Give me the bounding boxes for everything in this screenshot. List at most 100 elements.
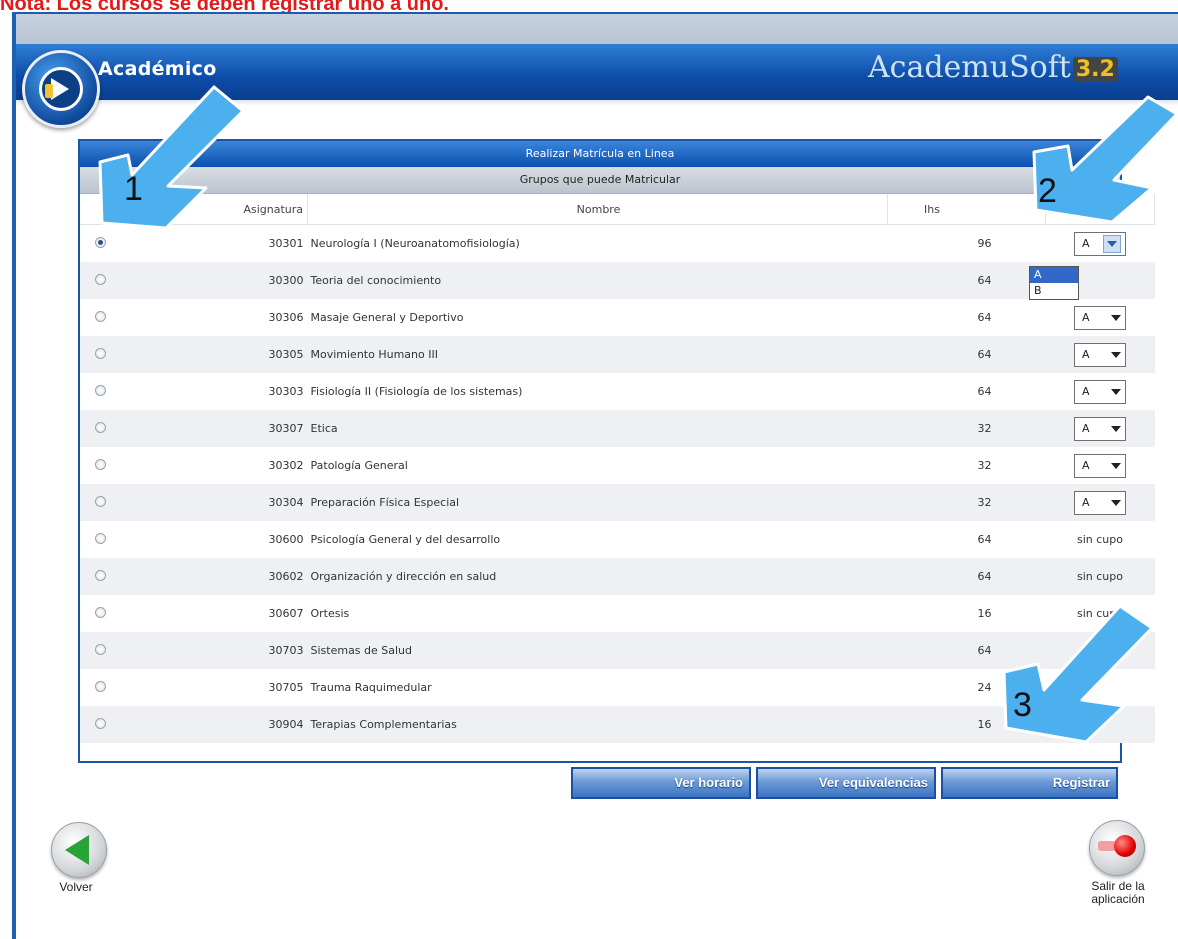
course-ihs: 32 — [887, 484, 1046, 521]
group-select-value: A — [1082, 348, 1090, 361]
row-radio-button[interactable] — [94, 495, 106, 507]
group-select[interactable]: A — [1074, 379, 1126, 404]
window-left-border — [12, 12, 16, 939]
course-name: Psicología General y del desarrollo — [307, 521, 888, 558]
view-equivalences-button[interactable]: Ver equivalencias — [756, 767, 936, 799]
table-row: 30302 Patología General 32 A — [80, 447, 1155, 484]
group-status: sin cupo — [1045, 521, 1155, 558]
course-name: Organización y dirección en salud — [307, 558, 888, 595]
row-radio-button[interactable] — [94, 606, 106, 618]
group-select[interactable]: A — [1074, 490, 1126, 515]
col-group — [1045, 194, 1155, 225]
chevron-down-icon[interactable] — [1111, 462, 1121, 469]
row-radio-button[interactable] — [94, 680, 106, 692]
back-label[interactable]: Volver — [46, 880, 106, 894]
row-radio-button[interactable] — [94, 532, 106, 544]
course-name: Trauma Raquimedular — [307, 669, 888, 706]
chevron-down-icon[interactable] — [1111, 499, 1121, 506]
course-name: Movimiento Humano III — [307, 336, 888, 373]
group-cell: A — [1045, 373, 1155, 410]
chevron-down-icon[interactable] — [1111, 388, 1121, 395]
brand-version: 3.2 — [1072, 56, 1118, 82]
course-ihs: 96 — [887, 224, 1046, 262]
group-dropdown-list[interactable]: AB — [1029, 266, 1079, 300]
course-name: Ortesis — [307, 595, 888, 632]
course-name: Terapias Complementarias — [307, 706, 888, 743]
col-name: Nombre — [307, 194, 888, 225]
row-radio-button[interactable] — [94, 569, 106, 581]
course-code: 30306 — [120, 299, 308, 336]
row-radio-button[interactable] — [94, 236, 106, 248]
course-ihs: 64 — [887, 336, 1046, 373]
row-radio-button[interactable] — [94, 310, 106, 322]
exit-icon[interactable] — [1089, 820, 1145, 876]
group-select[interactable]: A — [1074, 231, 1126, 256]
group-select[interactable]: A — [1074, 342, 1126, 367]
row-select-cell — [80, 373, 121, 410]
header-underline — [16, 100, 1178, 106]
register-button[interactable]: Registrar — [941, 767, 1118, 799]
group-select-value: A — [1082, 311, 1090, 324]
course-ihs: 16 — [887, 595, 1046, 632]
group-select[interactable]: A — [1074, 416, 1126, 441]
row-radio-button[interactable] — [94, 421, 106, 433]
course-ihs: 64 — [887, 299, 1046, 336]
row-select-cell — [80, 447, 121, 484]
chevron-down-icon[interactable] — [1111, 425, 1121, 432]
row-radio-button[interactable] — [94, 717, 106, 729]
group-select-value: A — [1082, 237, 1090, 250]
chevron-down-icon[interactable] — [1111, 351, 1121, 358]
course-code: 30705 — [120, 669, 308, 706]
row-radio-button[interactable] — [94, 273, 106, 285]
brand-name: AcademuSoft — [868, 50, 1071, 85]
row-radio-button[interactable] — [94, 347, 106, 359]
course-name: Patología General — [307, 447, 888, 484]
course-ihs: 64 — [887, 558, 1046, 595]
annotation-number-3: 3 — [1013, 686, 1032, 724]
dropdown-option[interactable]: A — [1030, 267, 1078, 283]
table-row: 30305 Movimiento Humano III 64 A — [80, 336, 1155, 373]
exit-label[interactable]: Salir de la aplicación — [1068, 880, 1168, 906]
group-cell: A — [1045, 447, 1155, 484]
table-row: 30304 Preparación Física Especial 32 A — [80, 484, 1155, 521]
chevron-down-icon[interactable] — [1111, 314, 1121, 321]
group-cell-empty — [1045, 669, 1155, 706]
annotation-number-1: 1 — [124, 170, 143, 208]
course-code: 30703 — [120, 632, 308, 669]
course-code: 30301 — [120, 224, 308, 262]
row-radio-button[interactable] — [94, 643, 106, 655]
table-row: 30904 Terapias Complementarias 16 — [80, 706, 1155, 743]
row-select-cell — [80, 410, 121, 447]
table-row: 30600 Psicología General y del desarrollo… — [80, 521, 1155, 558]
group-cell: A — [1045, 224, 1155, 262]
row-select-cell — [80, 484, 121, 521]
group-cell-empty — [1045, 706, 1155, 743]
view-schedule-button[interactable]: Ver horario — [571, 767, 751, 799]
enrollment-panel: Realizar Matrícula en Linea Grupos que p… — [78, 139, 1155, 763]
group-select[interactable]: A — [1074, 453, 1126, 478]
row-select-cell — [80, 595, 121, 632]
row-select-cell — [80, 632, 121, 669]
course-ihs: 32 — [887, 447, 1046, 484]
group-select[interactable]: A — [1074, 305, 1126, 330]
course-code: 30304 — [120, 484, 308, 521]
row-radio-button[interactable] — [94, 384, 106, 396]
row-select-cell — [80, 299, 121, 336]
course-code: 30303 — [120, 373, 308, 410]
group-select-value: A — [1082, 496, 1090, 509]
brand-logo: AcademuSoft 3.2 — [868, 50, 1118, 85]
dropdown-option[interactable]: B — [1030, 283, 1078, 299]
back-icon[interactable] — [51, 822, 107, 878]
table-row: 30301 Neurología I (Neuroanatomofisiologí… — [80, 224, 1155, 262]
table-row: 30705 Trauma Raquimedular 24 — [80, 669, 1155, 706]
group-select-value: A — [1082, 459, 1090, 472]
table-header-row: Asignatura Nombre Ihs — [80, 194, 1155, 225]
course-name: Masaje General y Deportivo — [307, 299, 888, 336]
course-name: Teoria del conocimiento — [307, 262, 888, 299]
course-code: 30600 — [120, 521, 308, 558]
row-radio-button[interactable] — [94, 458, 106, 470]
course-name: Preparación Física Especial — [307, 484, 888, 521]
chevron-down-icon[interactable] — [1103, 234, 1121, 253]
row-select-cell — [80, 558, 121, 595]
table-row: 30303 Fisiología II (Fisiología de los si… — [80, 373, 1155, 410]
